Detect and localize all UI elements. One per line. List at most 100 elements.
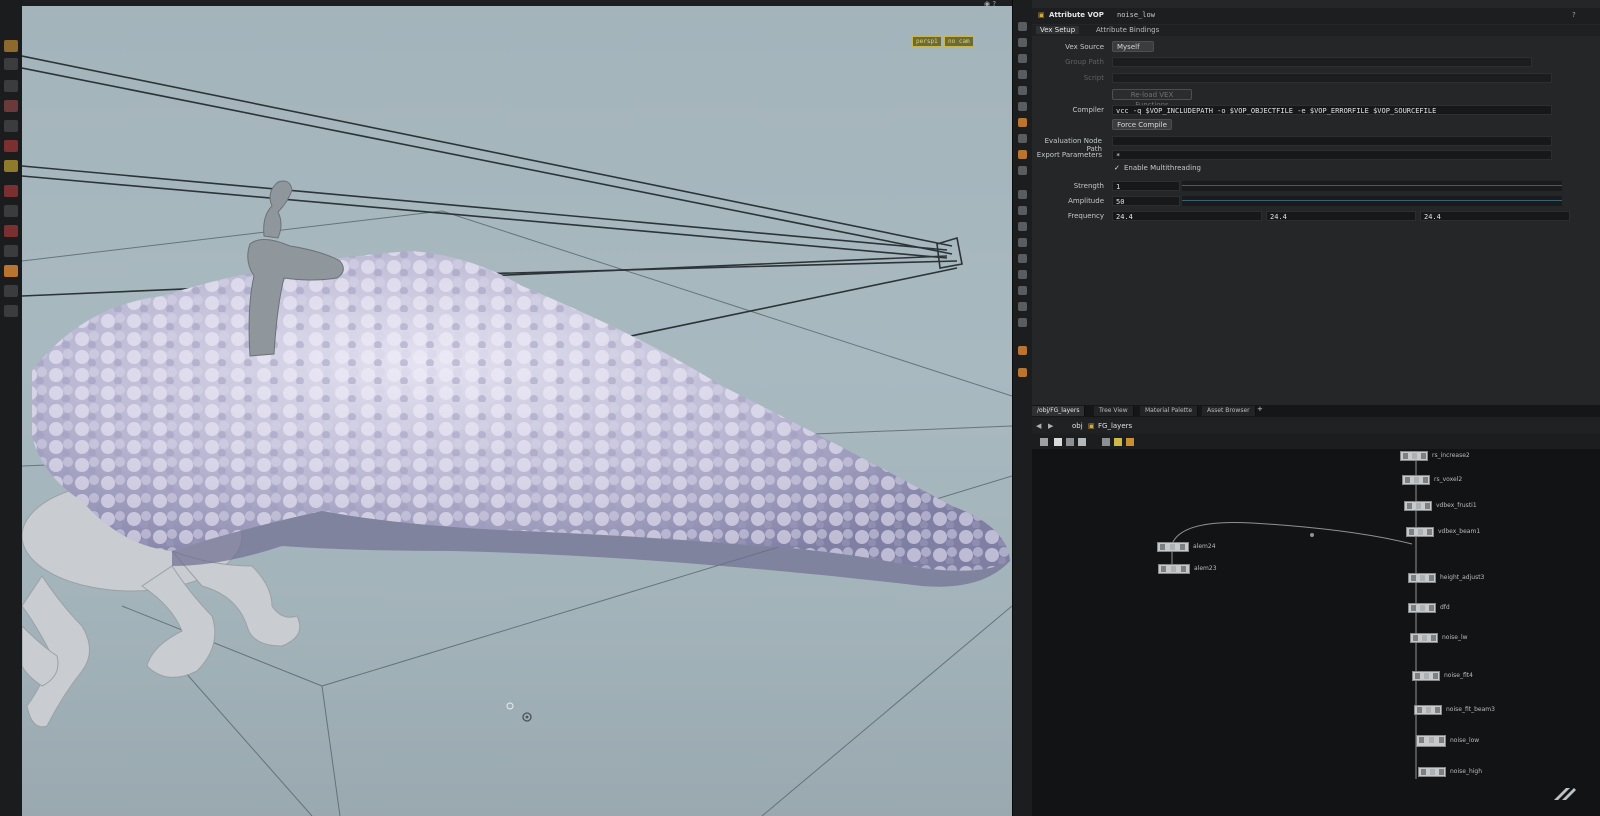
tab-network-path[interactable]: /obj/FG_layers	[1032, 406, 1086, 416]
tab-attribute-bindings[interactable]: Attribute Bindings	[1092, 26, 1163, 34]
view-tool-icon[interactable]	[4, 205, 18, 217]
handle-tool-icon[interactable]	[4, 120, 18, 132]
viewport-display-toolbar	[1012, 0, 1033, 816]
evaluation-node-path-field[interactable]	[1112, 136, 1552, 146]
path-root[interactable]: obj	[1072, 422, 1083, 430]
ghost-icon[interactable]	[1018, 150, 1027, 159]
frequency-y-field[interactable]: 24.4	[1266, 211, 1416, 221]
network-canvas[interactable]: rs_increase2 rs_voxel2 vdbex_frusti1 vdb…	[1032, 449, 1600, 816]
scene-viewport[interactable]: persp1 no cam	[22, 6, 1012, 816]
tab-vex-setup[interactable]: Vex Setup	[1036, 26, 1080, 34]
node-label: alem24	[1193, 543, 1216, 550]
render-tool-icon[interactable]	[4, 305, 18, 317]
move-tool-icon[interactable]	[4, 58, 18, 70]
sticky-note-icon[interactable]	[1114, 438, 1122, 446]
node-label: rs_voxel2	[1434, 476, 1463, 483]
angle-icon[interactable]	[1018, 270, 1027, 279]
forward-icon[interactable]: ▶	[1048, 422, 1053, 430]
lock-icon[interactable]	[1018, 38, 1027, 47]
paint-tool-icon[interactable]	[4, 225, 18, 237]
export-parameters-field[interactable]: *	[1112, 150, 1552, 160]
layout-icon[interactable]	[1066, 438, 1074, 446]
reload-vex-button[interactable]: Re-load VEX Functions	[1112, 89, 1192, 109]
hand-icon[interactable]	[1018, 238, 1027, 247]
network-node[interactable]	[1402, 475, 1430, 485]
grid-view-icon[interactable]	[1078, 438, 1086, 446]
vex-source-dropdown[interactable]: Myself	[1112, 41, 1154, 52]
light-icon[interactable]	[1018, 102, 1027, 111]
axis-icon[interactable]	[1018, 286, 1027, 295]
node-label: noise_flt4	[1444, 672, 1473, 679]
render-icon[interactable]	[1018, 368, 1027, 377]
vector-icon[interactable]	[1018, 318, 1027, 327]
network-node-selected[interactable]	[1416, 735, 1446, 747]
network-node[interactable]	[1418, 767, 1446, 777]
network-node[interactable]	[1408, 573, 1436, 583]
color-palette-icon[interactable]	[1126, 438, 1134, 446]
home-icon[interactable]	[1018, 22, 1027, 31]
amplitude-slider[interactable]	[1182, 196, 1562, 206]
network-node[interactable]	[1410, 633, 1438, 643]
network-node[interactable]	[1408, 603, 1436, 613]
path-node[interactable]: FG_layers	[1098, 422, 1132, 430]
camera-tool-icon[interactable]	[4, 285, 18, 297]
scale-tool-icon[interactable]	[4, 100, 18, 112]
strength-field[interactable]: 1	[1112, 181, 1180, 191]
no-cam-menu-badge[interactable]: no cam	[944, 36, 974, 47]
white-node-icon[interactable]	[1054, 438, 1062, 446]
sphere-icon[interactable]	[1018, 86, 1027, 95]
network-node[interactable]	[1406, 527, 1434, 537]
viewport-scene	[22, 55, 1012, 816]
shading-icon[interactable]	[1018, 118, 1027, 127]
pose-tool-icon[interactable]	[4, 245, 18, 257]
tab-tree-view[interactable]: Tree View	[1094, 406, 1134, 416]
tab-asset-browser[interactable]: Asset Browser	[1202, 406, 1256, 416]
vex-source-label: Vex Source	[1065, 43, 1104, 51]
pin-icon[interactable]	[1018, 54, 1027, 63]
strength-label: Strength	[1073, 182, 1104, 190]
force-compile-button[interactable]: Force Compile	[1112, 119, 1172, 130]
network-node[interactable]	[1400, 451, 1428, 461]
enable-multithreading-checkbox[interactable]: ✓	[1114, 164, 1120, 172]
strength-slider[interactable]	[1182, 181, 1562, 191]
wire-icon[interactable]	[1018, 134, 1027, 143]
measure-icon[interactable]	[1018, 254, 1027, 263]
snap-tool-icon[interactable]	[4, 265, 18, 277]
group-path-field[interactable]	[1112, 57, 1532, 67]
network-node[interactable]	[1412, 671, 1440, 681]
network-node[interactable]	[1404, 501, 1432, 511]
display-points-icon[interactable]	[1018, 70, 1027, 79]
light-tool-icon[interactable]	[4, 160, 18, 172]
tree-icon[interactable]	[1040, 438, 1048, 446]
node-label: noise_high	[1450, 768, 1483, 775]
frequency-z-field[interactable]: 24.4	[1420, 211, 1570, 221]
brush-tool-icon[interactable]	[4, 140, 18, 152]
network-node[interactable]	[1158, 564, 1190, 574]
camera-menu-badge[interactable]: persp1	[912, 36, 942, 47]
amplitude-field[interactable]: 50	[1112, 196, 1180, 206]
node-type-label: Attribute VOP	[1049, 11, 1104, 19]
frequency-x-field[interactable]: 24.4	[1112, 211, 1262, 221]
box-icon[interactable]	[1018, 302, 1027, 311]
help-icon[interactable]: ?	[1572, 11, 1576, 19]
magnet-tool-icon[interactable]	[4, 185, 18, 197]
node-label: dfd	[1440, 604, 1450, 611]
compiler-field[interactable]: vcc -q $VOP_INCLUDEPATH -o $VOP_OBJECTFI…	[1112, 105, 1552, 115]
add-tab-icon[interactable]: +	[1257, 405, 1263, 413]
network-editor-pane: /obj/FG_layers Tree View Material Palett…	[1032, 405, 1600, 816]
grid-icon[interactable]	[1018, 166, 1027, 175]
edit-icon[interactable]	[1018, 206, 1027, 215]
network-node[interactable]	[1414, 705, 1442, 715]
paint-icon[interactable]	[1018, 222, 1027, 231]
list-icon[interactable]	[1102, 438, 1110, 446]
export-parameters-label: Export Parameters	[1036, 151, 1102, 159]
camera-icon[interactable]	[1018, 346, 1027, 355]
network-node[interactable]	[1157, 542, 1189, 552]
script-field[interactable]	[1112, 73, 1552, 83]
back-icon[interactable]: ◀	[1036, 422, 1041, 430]
select-tool-icon[interactable]	[4, 40, 18, 52]
snap-icon[interactable]	[1018, 190, 1027, 199]
node-name-field[interactable]: noise_low	[1117, 11, 1155, 19]
tab-material-palette[interactable]: Material Palette	[1140, 406, 1199, 416]
rotate-tool-icon[interactable]	[4, 80, 18, 92]
